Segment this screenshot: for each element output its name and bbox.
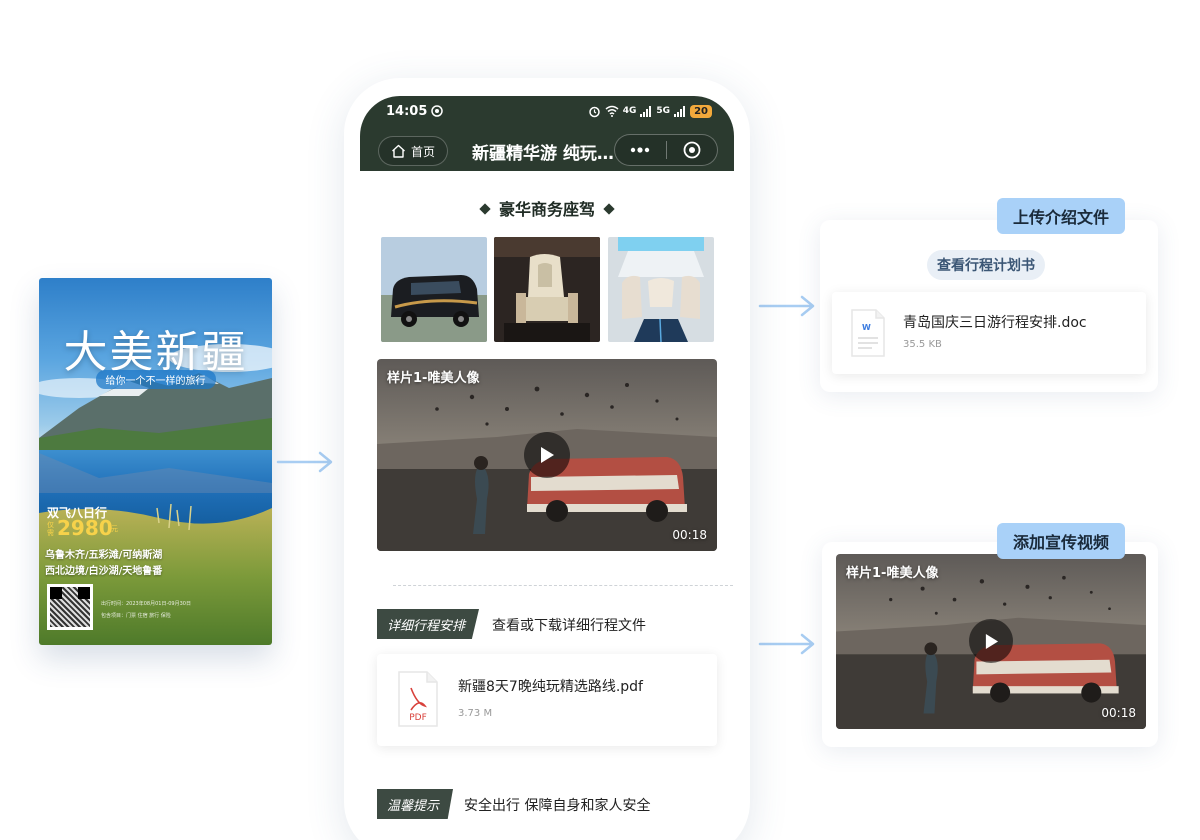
arrow-right-icon	[276, 451, 333, 473]
poster-price: 2980	[57, 516, 113, 540]
status-time: 14:05	[386, 103, 444, 119]
play-button[interactable]	[524, 432, 570, 478]
tips-badge: 温馨提示	[377, 789, 454, 819]
view-itinerary-pill[interactable]: 查看行程计划书	[927, 250, 1045, 280]
arrow-right-icon	[758, 633, 815, 655]
signal-4g: 4G	[622, 106, 637, 116]
poster-price-unit: 元	[111, 525, 118, 533]
nav-bar: 14:05 4G 5G 20 首页 新疆精华游 纯玩八日行	[360, 96, 734, 171]
phone-mockup: 14:05 4G 5G 20 首页 新疆精华游 纯玩八日行	[344, 78, 750, 840]
diamond-icon	[479, 203, 491, 215]
signal-bars-icon	[674, 105, 686, 117]
file-size: 35.5 KB	[903, 339, 942, 350]
mini-program-capsule	[614, 134, 718, 166]
play-icon	[985, 633, 998, 649]
upload-file-tag: 上传介绍文件	[997, 198, 1126, 234]
alarm-icon	[589, 106, 600, 117]
status-bar: 14:05 4G 5G 20	[386, 102, 712, 120]
promo-video-tag: 添加宣传视频	[997, 523, 1126, 559]
poster-route-line: 乌鲁木齐/五彩滩/可纳斯湖	[45, 550, 163, 561]
car-photo[interactable]	[381, 237, 487, 342]
play-button[interactable]	[969, 619, 1013, 663]
video-label: 样片1-唯美人像	[387, 371, 480, 386]
page-title: 新疆精华游 纯玩八日行	[472, 144, 622, 164]
battery-indicator: 20	[690, 104, 712, 118]
home-label: 首页	[410, 144, 435, 159]
status-time-text: 14:05	[386, 103, 428, 119]
video-player[interactable]: 样片1-唯美人像 00:18	[377, 359, 717, 551]
car-photo[interactable]	[608, 237, 714, 342]
poster-small-text: 出行时间：2023年08月01日-09月30日	[101, 601, 191, 607]
play-icon	[541, 447, 554, 463]
file-card-doc[interactable]: W 青岛国庆三日游行程安排.doc 35.5 KB	[832, 292, 1146, 374]
qr-code	[47, 584, 93, 630]
video-duration: 00:18	[672, 528, 707, 542]
section-divider	[393, 585, 733, 586]
wifi-icon	[605, 105, 619, 117]
file-name: 新疆8天7晚纯玩精选路线.pdf	[458, 679, 643, 695]
van-interior-image	[608, 237, 714, 342]
status-icons: 4G 5G 20	[588, 104, 712, 118]
pdf-file-icon: PDF	[398, 671, 438, 727]
word-file-icon: W	[851, 309, 885, 357]
home-button[interactable]: 首页	[378, 136, 448, 166]
section-title: 豪华商务座驾	[360, 196, 734, 220]
pdf-type-label: PDF	[409, 713, 427, 723]
menu-dots-icon	[631, 147, 650, 153]
diamond-icon	[603, 203, 615, 215]
target-icon	[683, 141, 701, 159]
video-label: 样片1-唯美人像	[846, 566, 939, 581]
travel-poster: 大美新疆 给你一个不一样的旅行 双飞八日行 仅需 2980 元 乌鲁木齐/五彩滩…	[39, 278, 272, 645]
signal-bars-icon	[640, 105, 652, 117]
poster-route-line: 西北边境/白沙湖/天地鲁番	[45, 566, 163, 577]
phone-screen: 14:05 4G 5G 20 首页 新疆精华游 纯玩八日行	[360, 96, 734, 840]
video-player[interactable]: 样片1-唯美人像 00:18	[836, 554, 1146, 729]
poster-price-prefix: 仅需	[47, 521, 54, 537]
location-icon	[431, 105, 444, 117]
van-exterior-image	[381, 237, 487, 342]
poster-subtitle: 给你一个不一样的旅行	[95, 370, 216, 389]
van-seat-image	[494, 237, 600, 342]
section-title-text: 豪华商务座驾	[498, 200, 595, 219]
signal-5g: 5G	[656, 106, 671, 116]
more-button[interactable]	[615, 135, 666, 165]
promo-video-panel: 样片1-唯美人像 00:18	[822, 542, 1158, 747]
close-button[interactable]	[667, 135, 718, 165]
tips-desc: 安全出行 保障自身和家人安全	[464, 798, 651, 814]
upload-file-panel: 查看行程计划书 W 青岛国庆三日游行程安排.doc 35.5 KB	[820, 220, 1158, 392]
file-name: 青岛国庆三日游行程安排.doc	[903, 315, 1087, 331]
video-duration: 00:18	[1101, 706, 1136, 720]
itinerary-badge: 详细行程安排	[377, 609, 480, 639]
itinerary-desc: 查看或下载详细行程文件	[492, 618, 646, 634]
file-size: 3.73 M	[458, 708, 493, 719]
file-card-pdf[interactable]: PDF 新疆8天7晚纯玩精选路线.pdf 3.73 M	[377, 654, 717, 746]
car-photo[interactable]	[494, 237, 600, 342]
doc-type-label: W	[862, 323, 871, 332]
poster-small-text: 包含项目：门票 住宿 旅行 保险	[101, 613, 171, 619]
home-icon	[392, 144, 405, 158]
arrow-right-icon	[758, 295, 815, 317]
